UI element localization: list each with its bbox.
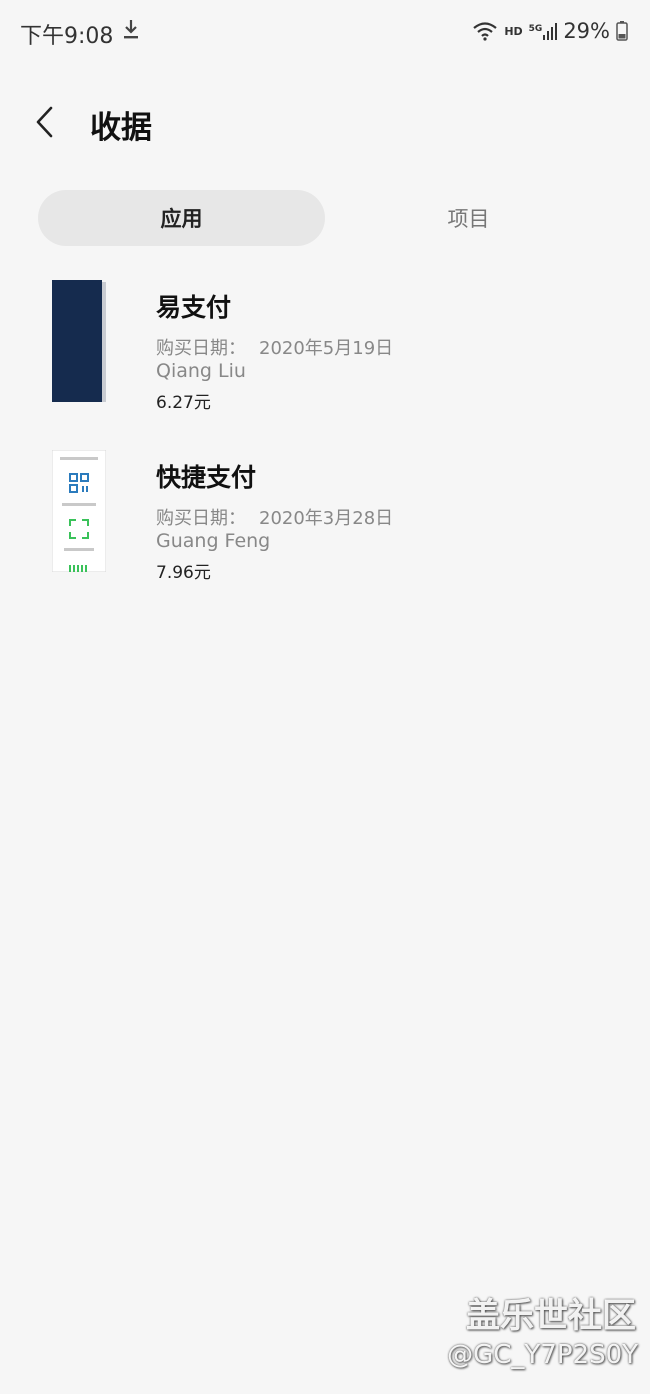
network-type: 5G (528, 24, 543, 34)
buyer-name: Qiang Liu (156, 360, 246, 382)
receipt-thumbnail (52, 450, 106, 572)
battery-level: 29% (563, 19, 610, 43)
download-icon (124, 20, 138, 39)
item-title: 快捷支付 (156, 463, 257, 492)
item-title: 易支付 (156, 293, 232, 322)
page-title: 收据 (90, 110, 152, 146)
item-price: 7.96元 (156, 563, 211, 583)
back-button[interactable] (26, 102, 62, 142)
purchase-date-label: 购买日期： (156, 338, 246, 359)
battery-icon (616, 21, 628, 41)
chevron-left-icon (36, 106, 53, 138)
tab-bar: 应用 项目 (38, 190, 612, 246)
status-bar: 下午9:08 HD 5G 29% (0, 0, 650, 64)
signal-bars-icon (543, 23, 558, 40)
wifi-icon (473, 22, 498, 41)
purchase-date-label: 购买日期： (156, 508, 246, 529)
item-price: 6.27元 (156, 393, 211, 413)
status-time: 下午9:08 (20, 24, 114, 49)
signal-icon: 5G (529, 22, 558, 40)
tab-apps[interactable]: 应用 (38, 190, 325, 246)
purchase-date: 2020年3月28日 (259, 508, 394, 529)
status-icons: HD 5G 29% (472, 16, 628, 46)
tab-items[interactable]: 项目 (325, 190, 612, 246)
watermark-handle: @GC_Y7P2S0Y (447, 1340, 638, 1370)
purchase-date: 2020年5月19日 (259, 338, 394, 359)
receipt-item[interactable]: 易支付 购买日期： 2020年5月19日 Qiang Liu 6.27元 (0, 280, 650, 420)
hd-badge: HD (504, 24, 523, 38)
buyer-name: Guang Feng (156, 530, 271, 552)
receipt-item[interactable]: 快捷支付 购买日期： 2020年3月28日 Guang Feng 7.96元 (0, 450, 650, 590)
watermark-title: 盖乐世社区 (466, 1296, 636, 1336)
app-header: 收据 (0, 88, 650, 160)
receipt-thumbnail (52, 280, 106, 402)
